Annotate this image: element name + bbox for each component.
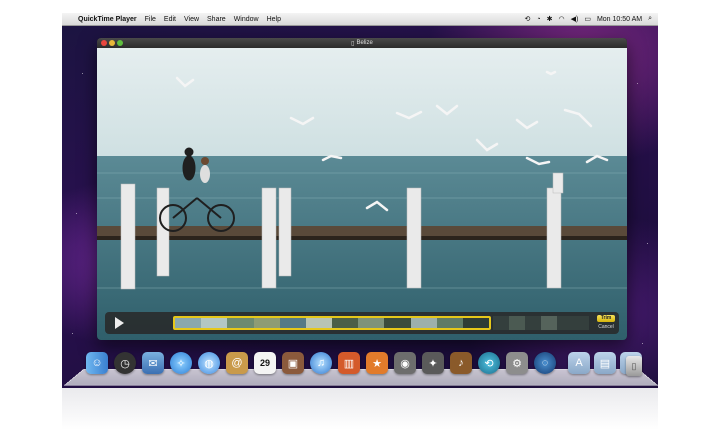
volume-icon[interactable]: ◀) (571, 15, 579, 23)
safari-icon[interactable]: ✧ (170, 352, 192, 374)
playback-controls: Trim Cancel (105, 312, 619, 334)
filmstrip-frame (305, 318, 333, 328)
play-icon[interactable] (115, 317, 124, 329)
clock[interactable]: Mon 10:50 AM (597, 16, 642, 23)
bluetooth-icon[interactable]: ✱ (547, 15, 553, 23)
imovie-icon[interactable]: ★ (366, 352, 388, 374)
filmstrip-frame (201, 318, 228, 328)
filmstrip-frame (332, 318, 359, 328)
documents-folder-icon[interactable]: ▤ (594, 352, 616, 374)
window-titlebar[interactable]: ▯ Belize (97, 38, 627, 48)
trim-button[interactable]: Trim (597, 315, 615, 322)
dock: ☺ ◷ ✉ ✧ ◍ @ 29 ▣ ♫ ▥ ★ ◉ ✦ ♪ ⟲ ⚙ ◌ A ▤ ⬇ (86, 352, 646, 382)
close-button-icon[interactable] (101, 40, 107, 46)
address-book-icon[interactable]: @ (226, 352, 248, 374)
star-app-icon[interactable]: ✦ (422, 352, 444, 374)
star (637, 83, 638, 84)
camera-icon[interactable]: ◉ (394, 352, 416, 374)
star (647, 243, 648, 244)
ical-icon[interactable]: 29 (254, 352, 276, 374)
filmstrip-frame (175, 318, 202, 328)
menu-file[interactable]: File (145, 16, 156, 23)
untrimmed-filmstrip (493, 316, 589, 330)
video-frame[interactable]: Trim Cancel (97, 48, 627, 340)
mail-icon[interactable]: ✉ (142, 352, 164, 374)
sync-status-icon[interactable]: ◔ (536, 16, 540, 23)
desktop: QuickTime Player File Edit View Share Wi… (62, 13, 658, 388)
filmstrip-frame (384, 318, 411, 328)
mirror-icon[interactable]: ◌ (534, 352, 556, 374)
dock-reflection (62, 388, 658, 430)
filmstrip-frame (358, 318, 385, 328)
minimize-button-icon[interactable] (109, 40, 115, 46)
menu-window[interactable]: Window (234, 16, 259, 23)
trim-filmstrip[interactable] (173, 316, 491, 330)
filmstrip-frame (227, 318, 254, 328)
dashboard-icon[interactable]: ◷ (114, 352, 136, 374)
time-machine-status-icon[interactable]: ⟲ (525, 15, 531, 23)
cancel-button[interactable]: Cancel (595, 324, 617, 331)
window-title: Belize (356, 40, 373, 46)
wifi-icon[interactable]: ◠ (558, 15, 564, 23)
star (82, 73, 83, 74)
menu-app-name[interactable]: QuickTime Player (78, 16, 137, 23)
filmstrip-frame (410, 318, 437, 328)
menu-help[interactable]: Help (267, 16, 281, 23)
movie-file-icon: ▯ (351, 40, 355, 47)
filmstrip-frame (462, 318, 489, 328)
filmstrip-frame (253, 318, 280, 328)
itunes-icon[interactable]: ♫ (310, 352, 332, 374)
ibooks-icon[interactable]: ▥ (338, 352, 360, 374)
zoom-button-icon[interactable] (117, 40, 123, 46)
time-machine-icon[interactable]: ⟲ (478, 352, 500, 374)
star (642, 343, 643, 344)
filmstrip-frame (279, 318, 306, 328)
spotlight-icon[interactable]: ⌕ (648, 15, 652, 23)
garageband-icon[interactable]: ♪ (450, 352, 472, 374)
finder-icon[interactable]: ☺ (86, 352, 108, 374)
menu-view[interactable]: View (184, 16, 199, 23)
applications-folder-icon[interactable]: A (568, 352, 590, 374)
quicktime-window[interactable]: ▯ Belize Trim Cancel (97, 38, 627, 340)
star (76, 213, 77, 214)
star (72, 333, 73, 334)
menu-bar: QuickTime Player File Edit View Share Wi… (62, 13, 658, 26)
filmstrip-frame (436, 318, 463, 328)
preferences-icon[interactable]: ⚙ (506, 352, 528, 374)
iphoto-icon[interactable]: ▣ (282, 352, 304, 374)
battery-icon[interactable]: ▭ (584, 15, 591, 23)
ichat-icon[interactable]: ◍ (198, 352, 220, 374)
menu-edit[interactable]: Edit (164, 16, 176, 23)
trash-icon[interactable]: ▯ (626, 356, 642, 376)
status-menus: ⟲ ◔ ✱ ◠ ◀) ▭ Mon 10:50 AM ⌕ (525, 13, 653, 25)
video-scene (97, 48, 627, 340)
menu-share[interactable]: Share (207, 16, 226, 23)
